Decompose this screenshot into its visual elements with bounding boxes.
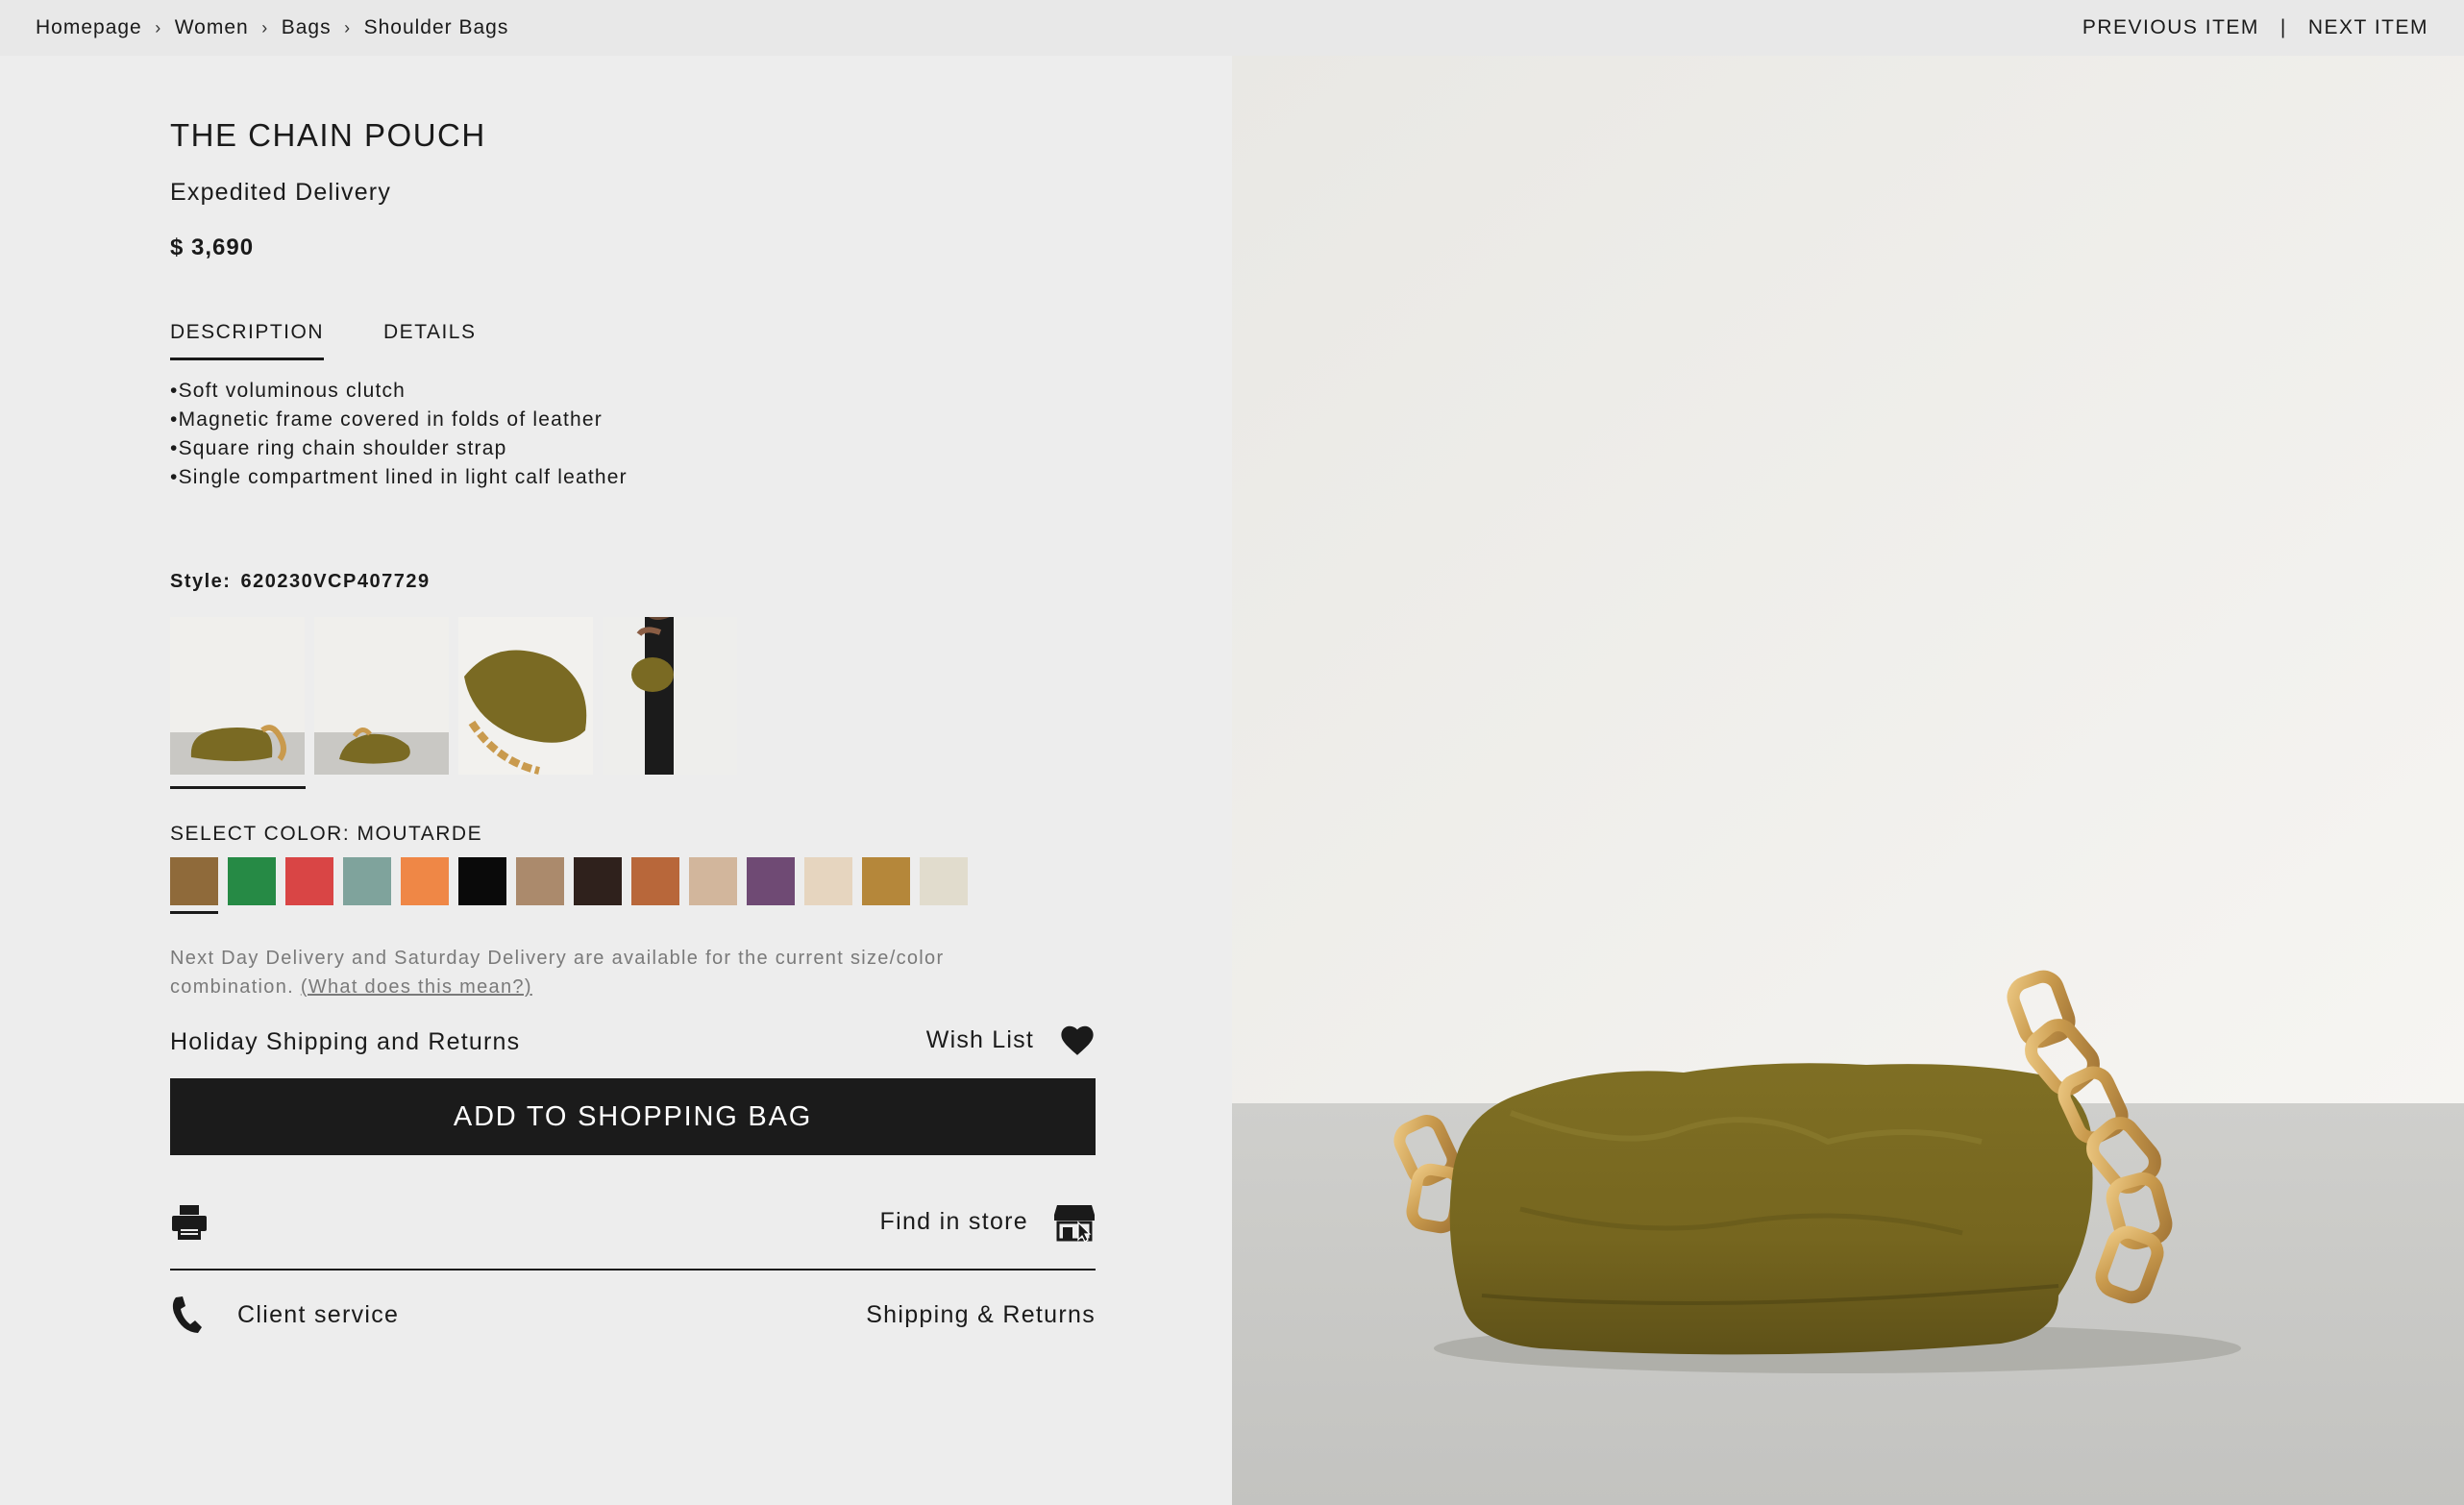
- color-swatch[interactable]: [458, 857, 506, 905]
- top-bar: Homepage › Women › Bags › Shoulder Bags …: [0, 0, 2464, 56]
- chevron-right-icon: ›: [344, 17, 352, 37]
- tab-description[interactable]: DESCRIPTION: [170, 321, 325, 360]
- wish-list-button[interactable]: Wish List: [926, 1023, 1096, 1057]
- breadcrumb-bags[interactable]: Bags: [282, 16, 332, 39]
- product-title: THE CHAIN POUCH: [170, 117, 486, 153]
- delivery-notice: Next Day Delivery and Saturday Delivery …: [170, 944, 1073, 1001]
- color-swatch[interactable]: [228, 857, 276, 905]
- delivery-label: Expedited Delivery: [170, 179, 392, 206]
- thumbnail-model-view[interactable]: [603, 617, 737, 775]
- next-item-link[interactable]: NEXT ITEM: [2308, 16, 2428, 39]
- thumbnail-gallery: [170, 617, 747, 775]
- thumbnail-selected-indicator: [170, 786, 306, 789]
- swatch-selected-indicator: [170, 911, 218, 914]
- breadcrumb-women[interactable]: Women: [175, 16, 249, 39]
- list-item: Soft voluminous clutch: [170, 377, 628, 406]
- style-value: 620230VCP407729: [240, 571, 431, 592]
- tab-details[interactable]: DETAILS: [383, 321, 476, 360]
- product-info-panel: THE CHAIN POUCH Expedited Delivery $ 3,6…: [0, 56, 1232, 1505]
- find-in-store-button[interactable]: Find in store: [880, 1201, 1096, 1242]
- color-swatch[interactable]: [516, 857, 564, 905]
- thumbnail-top-view[interactable]: [458, 617, 593, 775]
- info-tabs: DESCRIPTION DETAILS: [170, 321, 535, 360]
- breadcrumb-homepage[interactable]: Homepage: [36, 16, 142, 39]
- color-swatch[interactable]: [804, 857, 852, 905]
- color-swatch[interactable]: [401, 857, 449, 905]
- store-icon: [1054, 1205, 1095, 1242]
- find-in-store-label: Find in store: [879, 1207, 1028, 1235]
- breadcrumb: Homepage › Women › Bags › Shoulder Bags: [36, 16, 508, 39]
- what-does-this-mean-link[interactable]: (What does this mean?): [301, 976, 532, 998]
- list-item: Magnetic frame covered in folds of leath…: [170, 406, 628, 434]
- shipping-returns-link[interactable]: Shipping & Returns: [866, 1301, 1096, 1329]
- heart-icon: [1061, 1025, 1094, 1055]
- product-main-image[interactable]: [1232, 56, 2464, 1505]
- product-price: $ 3,690: [170, 234, 255, 260]
- thumbnail-angle-view[interactable]: [314, 617, 449, 775]
- item-nav-divider: |: [2279, 16, 2287, 38]
- description-list: Soft voluminous clutch Magnetic frame co…: [170, 377, 628, 492]
- phone-icon: [172, 1296, 202, 1333]
- color-swatch[interactable]: [285, 857, 333, 905]
- style-number: Style: 620230VCP407729: [170, 571, 431, 593]
- color-swatch[interactable]: [689, 857, 737, 905]
- wish-list-label: Wish List: [925, 1025, 1034, 1053]
- previous-item-link[interactable]: PREVIOUS ITEM: [2082, 16, 2259, 39]
- thumbnail-front-view[interactable]: [170, 617, 305, 775]
- chevron-right-icon: ›: [155, 17, 162, 37]
- color-label: SELECT COLOR: MOUTARDE: [170, 823, 483, 845]
- color-swatch[interactable]: [170, 857, 218, 905]
- breadcrumb-shoulder-bags[interactable]: Shoulder Bags: [364, 16, 509, 39]
- style-label: Style:: [170, 571, 232, 592]
- client-service-link[interactable]: Client service: [170, 1295, 399, 1334]
- color-swatch[interactable]: [574, 857, 622, 905]
- item-navigation: PREVIOUS ITEM | NEXT ITEM: [2082, 16, 2428, 39]
- chevron-right-icon: ›: [261, 17, 269, 37]
- divider: [170, 1269, 1096, 1271]
- color-swatch[interactable]: [747, 857, 795, 905]
- color-swatch[interactable]: [862, 857, 910, 905]
- color-swatches: [170, 857, 977, 905]
- client-service-label: Client service: [237, 1300, 400, 1328]
- list-item: Square ring chain shoulder strap: [170, 434, 628, 463]
- list-item: Single compartment lined in light calf l…: [170, 463, 628, 492]
- color-swatch[interactable]: [920, 857, 968, 905]
- color-swatch[interactable]: [343, 857, 391, 905]
- delivery-notice-text: Next Day Delivery and Saturday Delivery …: [170, 948, 945, 998]
- color-swatch[interactable]: [631, 857, 679, 905]
- holiday-shipping-link[interactable]: Holiday Shipping and Returns: [170, 1028, 520, 1056]
- add-to-shopping-bag-button[interactable]: ADD TO SHOPPING BAG: [170, 1078, 1096, 1155]
- print-icon[interactable]: [170, 1205, 209, 1240]
